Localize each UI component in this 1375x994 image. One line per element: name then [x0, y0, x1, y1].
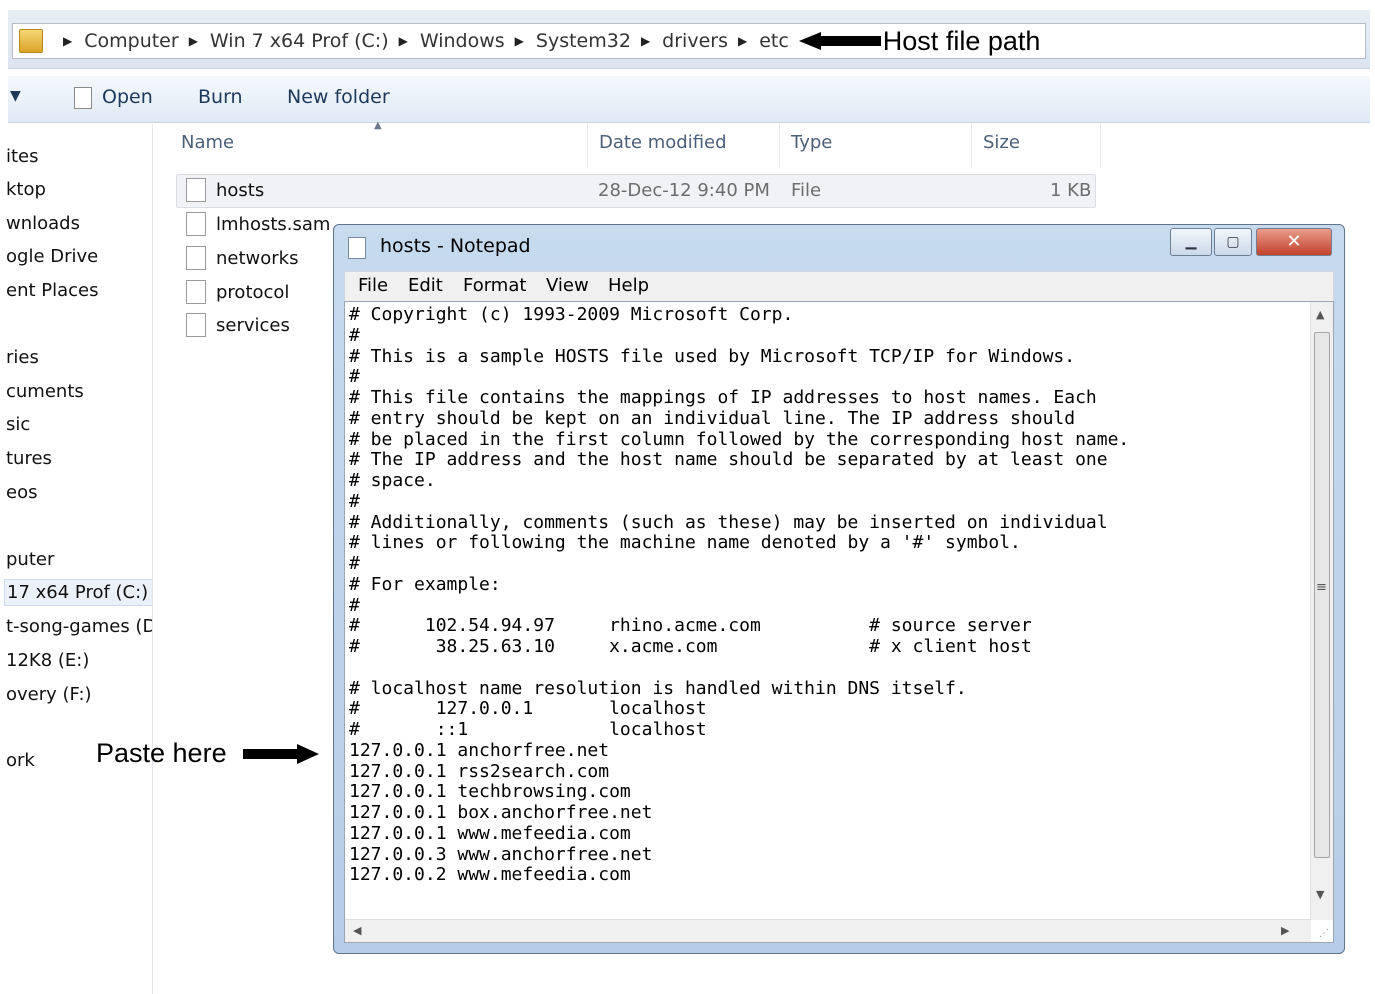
breadcrumb-computer[interactable]: Computer [84, 30, 178, 52]
nav-item-recent-places[interactable]: ent Places [6, 280, 99, 301]
file-icon [186, 178, 206, 202]
file-icon [186, 246, 206, 270]
scroll-left-icon[interactable]: ◀ [353, 924, 361, 937]
menu-help[interactable]: Help [608, 275, 649, 296]
file-name: lmhosts.sam [216, 213, 331, 235]
nav-item-pictures[interactable]: tures [6, 448, 52, 469]
arrow-shaft [242, 748, 297, 759]
paste-annotation: Paste here [96, 738, 319, 769]
nav-item-favorites[interactable]: ites [6, 146, 39, 167]
open-button[interactable]: Open [74, 86, 153, 109]
file-date: 28-Dec-12 9:40 PM [598, 180, 770, 201]
resize-grip-icon[interactable]: ⋰ [1319, 928, 1329, 939]
sort-ascending-icon: ▲ [374, 120, 382, 131]
navigation-pane: ites ktop wnloads ogle Drive ent Places … [0, 124, 153, 994]
column-header-name[interactable]: Name [181, 132, 234, 153]
scroll-thumb[interactable] [1314, 332, 1330, 858]
chevron-right-icon[interactable]: ▶ [63, 34, 72, 48]
file-row[interactable]: lmhosts.sam [186, 212, 330, 236]
new-folder-button[interactable]: New folder [287, 86, 390, 108]
file-name: services [216, 314, 290, 336]
nav-item-drive-d[interactable]: t-song-games (D [6, 616, 152, 637]
file-icon [186, 313, 206, 337]
file-icon [186, 280, 206, 304]
file-row[interactable]: protocol [186, 280, 289, 304]
close-button[interactable]: ✕ [1256, 228, 1332, 256]
breadcrumb-drive-c[interactable]: Win 7 x64 Prof (C:) [210, 30, 389, 52]
menu-edit[interactable]: Edit [408, 275, 443, 296]
nav-item-music[interactable]: sic [6, 414, 30, 435]
chevron-right-icon[interactable]: ▶ [641, 34, 650, 48]
command-bar: ▼ Open Burn New folder [8, 76, 1370, 123]
file-name: protocol [216, 281, 290, 303]
menu-file[interactable]: File [358, 275, 388, 296]
chevron-right-icon[interactable]: ▶ [189, 34, 198, 48]
menu-view[interactable]: View [546, 275, 589, 296]
address-field[interactable]: ▶ Computer ▶ Win 7 x64 Prof (C:) ▶ Windo… [12, 23, 1366, 59]
paste-annotation-label: Paste here [96, 738, 227, 768]
window-title: hosts - Notepad [380, 235, 531, 257]
host-path-annotation: Host file path [798, 25, 1041, 57]
column-divider[interactable] [971, 124, 972, 168]
scroll-right-icon[interactable]: ▶ [1281, 924, 1289, 937]
maximize-button[interactable]: ▢ [1214, 228, 1252, 256]
organize-dropdown-icon[interactable]: ▼ [10, 88, 21, 104]
address-bar: ▶ Computer ▶ Win 7 x64 Prof (C:) ▶ Windo… [8, 10, 1370, 69]
breadcrumb-windows[interactable]: Windows [420, 30, 505, 52]
nav-item-libraries[interactable]: ries [6, 347, 39, 368]
arrow-left-icon [798, 32, 821, 50]
arrow-shaft [820, 36, 881, 46]
file-row[interactable]: networks [186, 246, 298, 270]
text-editor-area[interactable]: # Copyright (c) 1993-2009 Microsoft Corp… [344, 301, 1334, 943]
notepad-window[interactable]: hosts - Notepad ▁ ▢ ✕ File Edit Format V… [333, 224, 1345, 954]
file-size: 1 KB [1050, 180, 1092, 201]
open-button-label: Open [102, 86, 153, 108]
nav-item-drive-c[interactable]: 17 x64 Prof (C:) [4, 579, 152, 606]
folder-icon [19, 29, 43, 53]
column-header-type[interactable]: Type [791, 132, 832, 153]
scroll-up-icon[interactable]: ▲ [1316, 308, 1324, 321]
grip-icon: ≡ [1316, 580, 1327, 595]
breadcrumb-drivers[interactable]: drivers [662, 30, 728, 52]
document-icon [74, 86, 92, 109]
breadcrumb-system32[interactable]: System32 [536, 30, 631, 52]
column-header-date[interactable]: Date modified [599, 132, 727, 153]
nav-item-computer[interactable]: puter [6, 549, 54, 570]
hosts-file-content[interactable]: # Copyright (c) 1993-2009 Microsoft Corp… [349, 304, 1129, 886]
menu-format[interactable]: Format [463, 275, 526, 296]
minimize-button[interactable]: ▁ [1170, 228, 1212, 256]
chevron-right-icon[interactable]: ▶ [738, 34, 747, 48]
file-name: hosts [216, 179, 265, 201]
file-name: networks [216, 247, 299, 269]
file-type: File [791, 180, 822, 201]
arrow-right-icon [296, 743, 319, 764]
scroll-down-icon[interactable]: ▼ [1316, 888, 1324, 901]
file-row[interactable]: hosts [186, 178, 264, 202]
nav-item-downloads[interactable]: wnloads [6, 213, 80, 234]
file-icon [186, 212, 206, 236]
breadcrumb-etc[interactable]: etc [759, 30, 789, 52]
nav-item-desktop[interactable]: ktop [6, 179, 46, 200]
column-divider[interactable] [779, 124, 780, 168]
burn-button[interactable]: Burn [198, 86, 243, 108]
nav-item-google-drive[interactable]: ogle Drive [6, 246, 98, 267]
horizontal-scrollbar[interactable]: ◀ ▶ [345, 919, 1311, 942]
chevron-right-icon[interactable]: ▶ [515, 34, 524, 48]
nav-item-drive-f[interactable]: overy (F:) [6, 684, 92, 705]
file-row[interactable]: services [186, 313, 290, 337]
nav-item-videos[interactable]: eos [6, 482, 37, 503]
menu-bar: File Edit Format View Help [344, 271, 1334, 302]
vertical-scrollbar[interactable]: ▲ ≡ ▼ [1310, 302, 1333, 920]
column-header-size[interactable]: Size [983, 132, 1020, 153]
nav-item-drive-e[interactable]: 12K8 (E:) [6, 650, 89, 671]
chevron-right-icon[interactable]: ▶ [399, 34, 408, 48]
nav-item-documents[interactable]: cuments [6, 381, 84, 402]
column-divider[interactable] [1100, 124, 1101, 168]
nav-item-network[interactable]: ork [6, 750, 35, 771]
annotation-label: Host file path [882, 25, 1041, 56]
column-divider[interactable] [587, 124, 588, 168]
notepad-icon [348, 237, 366, 259]
